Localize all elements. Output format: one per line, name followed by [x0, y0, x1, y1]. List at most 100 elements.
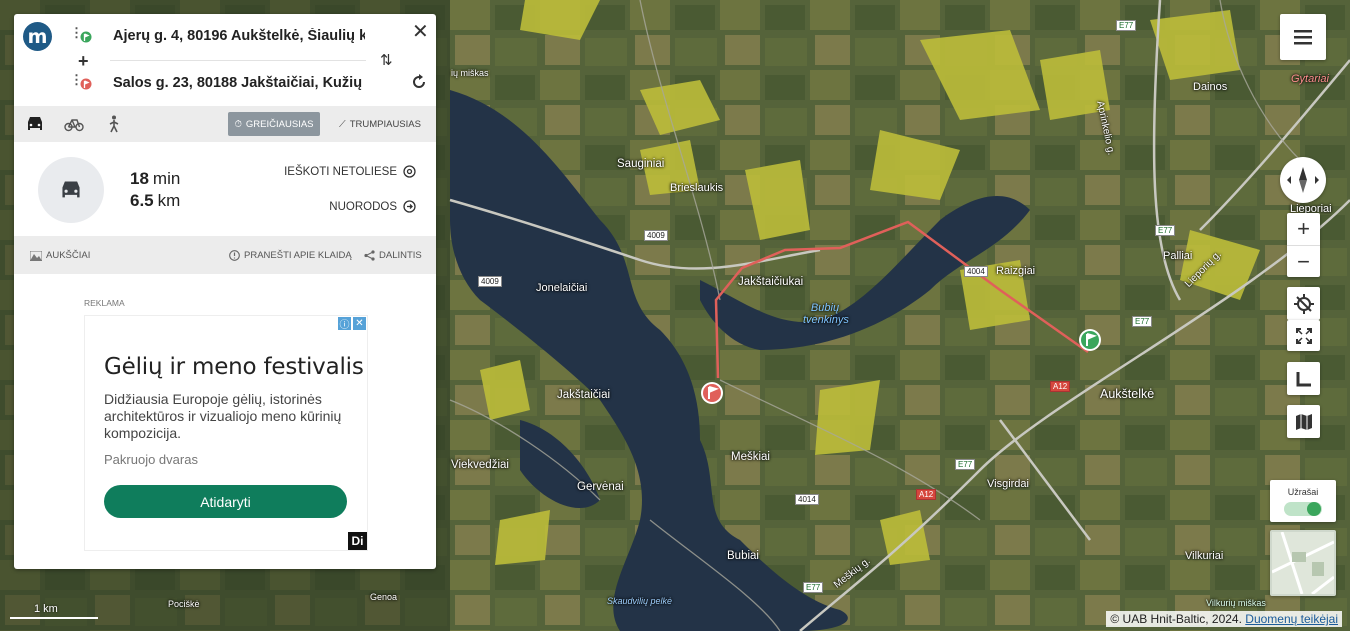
- bicycle-icon[interactable]: [64, 116, 84, 132]
- share-icon: [364, 250, 375, 261]
- search-nearby-button[interactable]: IEŠKOTI NETOLIESE: [284, 165, 416, 178]
- road-number: 4009: [478, 276, 502, 287]
- reverse-route-icon[interactable]: [411, 74, 427, 90]
- alert-icon: [229, 250, 240, 261]
- zoom-out-button[interactable]: −: [1297, 246, 1310, 277]
- map-label: Bubiai: [727, 550, 759, 562]
- road-number: A12: [1050, 381, 1071, 392]
- road-number: E77: [803, 582, 824, 593]
- ad-label: REKLAMA: [84, 298, 125, 308]
- map-label: Jakštaičiai: [557, 389, 611, 401]
- map-label: Gervėnai: [577, 481, 624, 493]
- report-error-label: PRANEŠTI APIE KLAIDĄ: [244, 250, 352, 261]
- shortest-label: TRUMPIAUSIAS: [349, 118, 421, 130]
- measure-button[interactable]: [1287, 362, 1320, 395]
- zoom-control: + −: [1287, 213, 1320, 277]
- road-number: E77: [1116, 20, 1137, 31]
- map-label: Genoa: [370, 592, 398, 602]
- menu-button[interactable]: [1280, 14, 1326, 60]
- zoom-in-button[interactable]: +: [1297, 213, 1310, 245]
- map-label: Raizgiai: [996, 265, 1036, 277]
- route-distance: 6.5 km: [130, 191, 180, 211]
- route-mode-badge: [38, 157, 104, 223]
- compass-icon: [1287, 167, 1319, 193]
- close-icon[interactable]: ✕: [412, 19, 429, 44]
- divider: [110, 60, 366, 61]
- ruler-icon: [1296, 371, 1311, 386]
- ad-info-icon[interactable]: ⓘ: [338, 317, 351, 331]
- road-number: 4014: [795, 494, 819, 505]
- car-icon[interactable]: [25, 115, 45, 133]
- destination-pin-icon: [80, 78, 92, 90]
- ad-source: Pakruojo dvaras: [104, 452, 198, 467]
- route-duration: 18 min: [130, 169, 180, 189]
- layers-button[interactable]: [1287, 405, 1320, 438]
- ad-title: Gėlių ir meno festivalis: [104, 354, 364, 380]
- route-panel: m ⋮ Ajerų g. 4, 80196 Aukštelkė, Šiaulių…: [14, 14, 436, 569]
- fastest-label: GREIČIAUSIAS: [245, 118, 314, 130]
- elevation-button[interactable]: AUKŠČIAI: [30, 250, 90, 261]
- share-label: DALINTIS: [379, 250, 422, 261]
- map-label: Aukštelkė: [1100, 387, 1155, 401]
- start-pin-icon: [80, 31, 92, 43]
- road-number: 4004: [964, 266, 988, 277]
- fullscreen-button[interactable]: [1287, 320, 1320, 351]
- app-logo[interactable]: m: [23, 22, 52, 51]
- walk-icon[interactable]: [107, 115, 121, 133]
- road-number: A12: [916, 489, 937, 500]
- advertisement[interactable]: ⓘ ✕ Gėlių ir meno festivalis Didžiausia E…: [84, 315, 368, 551]
- target-icon: [403, 165, 416, 178]
- map-label: Brieslaukis: [670, 182, 724, 194]
- ad-choices[interactable]: ⓘ ✕: [338, 317, 366, 331]
- locate-button[interactable]: [1287, 287, 1320, 320]
- notes-toggle[interactable]: [1284, 501, 1322, 516]
- car-icon: [62, 181, 80, 198]
- scale-bar: [10, 617, 98, 619]
- map-label: ių miškas: [451, 68, 489, 78]
- origin-address-field[interactable]: Ajerų g. 4, 80196 Aukštelkė, Šiaulių kai…: [113, 28, 365, 44]
- attribution-text: © UAB Hnit-Baltic, 2024.: [1110, 612, 1242, 626]
- map-label: Visgirdai: [987, 478, 1029, 490]
- map-label: Vilkurių miškas: [1206, 598, 1266, 608]
- compass-button[interactable]: [1280, 157, 1326, 203]
- map-label: Viekvedžiai: [451, 459, 509, 471]
- map-label: Sauginiai: [617, 158, 665, 170]
- directions-icon: [403, 200, 416, 213]
- notes-label: Užrašai: [1287, 486, 1319, 497]
- mountain-icon: [30, 250, 42, 261]
- map-icon: [1295, 413, 1312, 430]
- shortest-route-button[interactable]: ⟋ TRUMPIAUSIAS: [339, 112, 421, 136]
- map-label: Pociškė: [168, 599, 200, 609]
- road-number: E77: [1155, 225, 1176, 236]
- ad-open-button[interactable]: Atidaryti: [104, 485, 347, 518]
- add-waypoint-icon[interactable]: +: [78, 51, 89, 72]
- start-marker-icon[interactable]: [1078, 328, 1102, 359]
- basemap-switch-thumbnail[interactable]: [1270, 530, 1336, 596]
- scale-label: 1 km: [34, 603, 58, 615]
- destination-marker-icon[interactable]: [700, 381, 724, 412]
- duration-unit: min: [152, 169, 181, 188]
- hamburger-icon: [1294, 30, 1312, 45]
- road-number: E77: [1132, 316, 1153, 327]
- distance-unit: km: [157, 191, 181, 210]
- destination-address-field[interactable]: Salos g. 23, 80188 Jakštaičiai, Kužių se…: [113, 75, 365, 91]
- map-label: Jonelaičiai: [536, 282, 588, 294]
- ad-close-icon[interactable]: ✕: [353, 317, 366, 330]
- duration-value: 18: [130, 169, 149, 188]
- ad-badge: Di: [348, 532, 367, 550]
- map-label: Gytariai: [1291, 73, 1329, 85]
- report-error-button[interactable]: PRANEŠTI APIE KLAIDĄ: [229, 250, 352, 261]
- directions-button[interactable]: NUORODOS: [329, 200, 416, 213]
- map-label: Jakštaičiukai: [738, 276, 804, 288]
- swap-icon[interactable]: ⇅: [380, 51, 393, 69]
- search-nearby-label: IEŠKOTI NETOLIESE: [284, 165, 397, 178]
- road-number: 4009: [644, 230, 668, 241]
- attribution-link[interactable]: Duomenų teikėjai: [1245, 612, 1338, 626]
- directions-label: NUORODOS: [329, 200, 397, 213]
- map-label: Dainos: [1193, 81, 1228, 93]
- fastest-route-button[interactable]: ⏱ GREIČIAUSIAS: [228, 112, 320, 136]
- road-number: E77: [955, 459, 976, 470]
- share-button[interactable]: DALINTIS: [364, 250, 422, 261]
- lake-label: Bubių tvenkinys: [803, 302, 849, 326]
- map-label: Palliai: [1163, 250, 1193, 262]
